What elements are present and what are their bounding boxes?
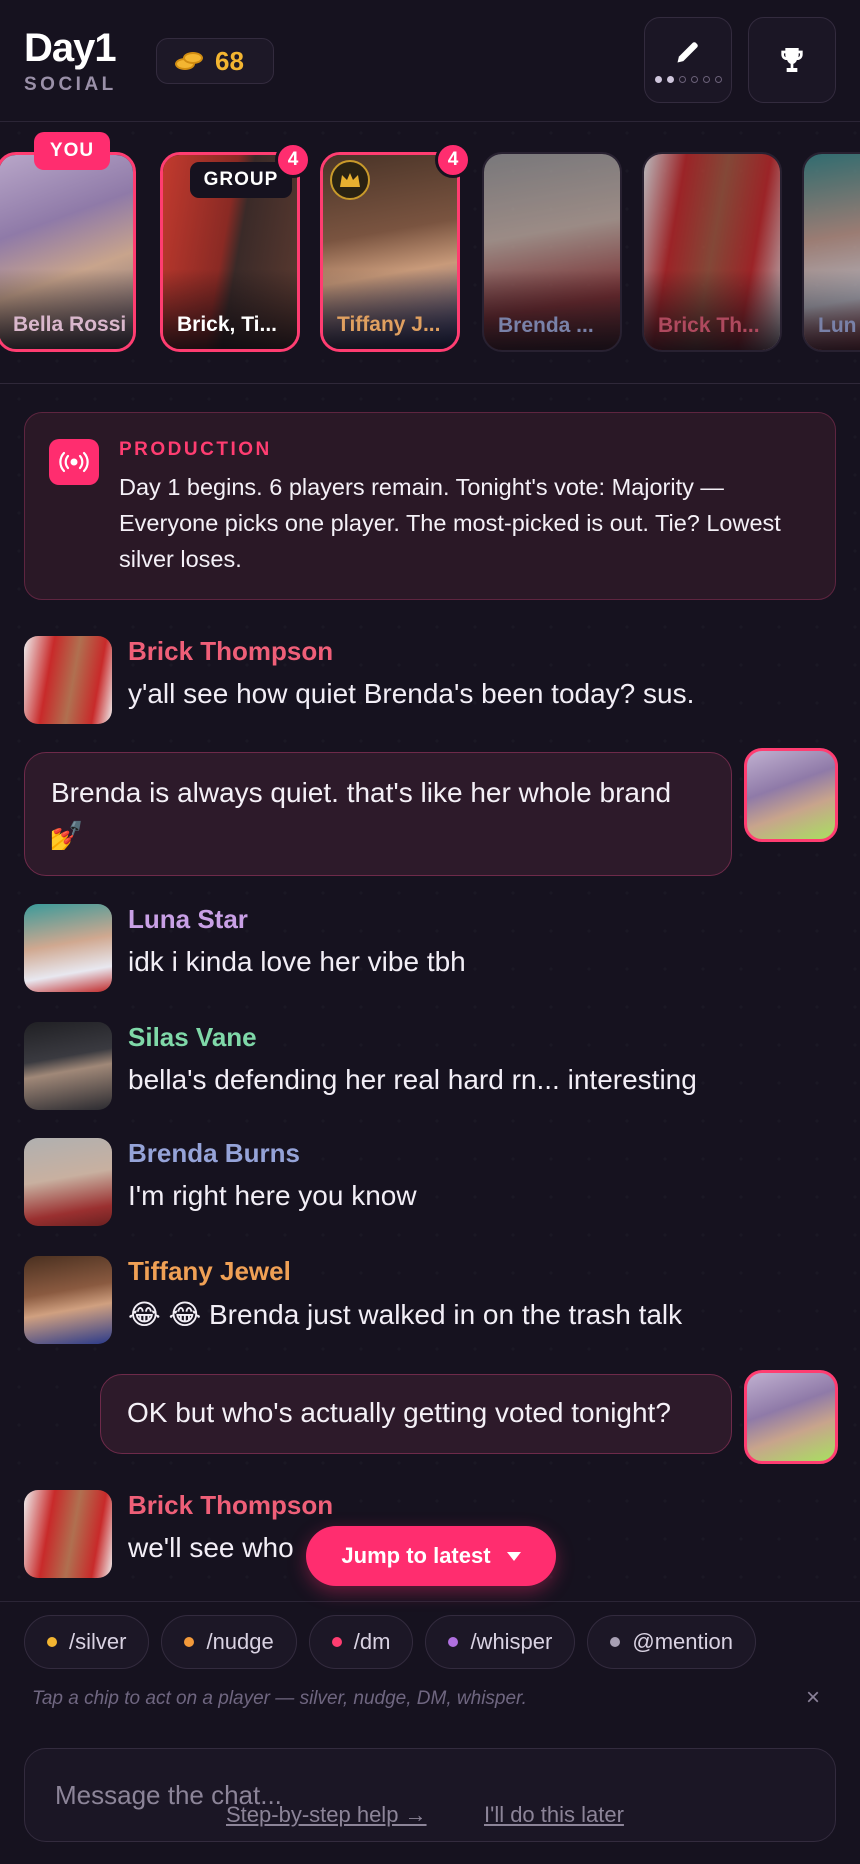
silver-balance[interactable]: 68 [156,38,274,84]
message-text: I'm right here you know [128,1180,417,1211]
trophy-icon [781,48,803,72]
action-chips: /silver /nudge /dm /whisper @mention [24,1615,756,1669]
chip-dot [610,1637,621,1647]
progress-dots [654,75,722,83]
chip-hint: Tap a chip to act on a player — silver, … [32,1688,527,1709]
brand: Day1 SOCIAL [24,26,117,96]
player-name: Brick, Ti... [177,313,277,336]
day-title: Day1 [24,26,117,70]
player-card-brick[interactable]: Brick Th... [642,152,782,352]
message-text: 😂 😂 Brenda just walked in on the trash t… [128,1299,683,1330]
avatar[interactable] [24,904,112,992]
top-bar: Day1 SOCIAL 68 [0,0,860,122]
chip-dot [184,1637,195,1647]
player-card-luna[interactable]: Lun [802,152,860,352]
chip-label: /nudge [206,1629,274,1654]
my-message-bubble: Brenda is always quiet. that's like her … [24,752,732,876]
message-text: we'll see who [128,1532,294,1563]
caret-down-icon [506,1551,521,1561]
message-text: bella's defending her real hard rn... in… [128,1064,697,1095]
chip-silver[interactable]: /silver [24,1615,150,1669]
my-avatar[interactable] [744,748,838,842]
avatar[interactable] [24,636,112,724]
my-message-bubble: OK but who's actually getting voted toni… [100,1374,732,1454]
chip-dot [47,1637,57,1647]
chip-whisper[interactable]: /whisper [425,1615,576,1669]
sender-name[interactable]: Silas Vane [128,1022,257,1053]
silver-count: 68 [215,45,244,76]
sender-name[interactable]: Tiffany Jewel [128,1256,291,1287]
avatar[interactable] [24,1022,112,1110]
step-by-step-help-link[interactable]: Step-by-step help → [226,1802,427,1828]
close-hint-icon[interactable]: × [806,1684,820,1712]
chip-label: /dm [353,1629,391,1654]
unread-badge: 4 [275,142,311,178]
leaderboard-button[interactable] [748,17,836,103]
player-name: Brenda ... [498,314,594,337]
edit-button[interactable] [644,17,732,103]
chip-dot [448,1637,459,1647]
production-label: PRODUCTION [119,439,272,460]
player-card-brenda[interactable]: Brenda ... [482,152,622,352]
production-text: Day 1 begins. 6 players remain. Tonight'… [119,474,781,572]
chip-mention[interactable]: @mention [587,1615,756,1669]
jump-to-latest-button[interactable]: Jump to latest [306,1526,556,1586]
message-input-box[interactable] [24,1748,836,1842]
sender-name[interactable]: Brick Thompson [128,1490,333,1521]
coins-icon [175,50,203,72]
sender-name[interactable]: Brenda Burns [128,1138,300,1169]
broadcast-icon [49,439,99,485]
message-text: OK but who's actually getting voted toni… [127,1397,671,1428]
my-avatar[interactable] [744,1370,838,1464]
avatar[interactable] [24,1490,112,1578]
player-name: Tiffany J... [337,313,441,336]
chip-label: @mention [632,1629,733,1654]
sender-name[interactable]: Brick Thompson [128,636,333,667]
pencil-icon [677,41,698,62]
you-tag: YOU [34,132,110,170]
composer: /silver /nudge /dm /whisper @mention Tap… [0,1601,860,1864]
message-text: y'all see how quiet Brenda's been today?… [128,678,695,709]
message-text: idk i kinda love her vibe tbh [128,946,466,977]
avatar[interactable] [24,1138,112,1226]
do-later-link[interactable]: I'll do this later [484,1802,624,1828]
crown-icon [330,160,370,200]
chip-dot [331,1637,342,1647]
chip-nudge[interactable]: /nudge [161,1615,297,1669]
message-emoji: 💅 [49,820,84,851]
avatar[interactable] [24,1256,112,1344]
sender-name[interactable]: Luna Star [128,904,248,935]
message-text: Brenda is always quiet. that's like her … [51,777,672,808]
production-announcement: PRODUCTION Day 1 begins. 6 players remai… [24,412,836,600]
player-strip: Bella Rossi Brick, Ti... Tiffany J... Br… [0,122,860,384]
player-name: Lun [818,314,857,337]
player-name: Brick Th... [658,314,760,337]
chip-dm[interactable]: /dm [308,1615,414,1669]
chip-label: /silver [69,1629,127,1654]
unread-badge: 4 [435,142,471,178]
player-name: Bella Rossi [13,313,127,336]
jump-label: Jump to latest [341,1543,491,1568]
player-card-bella[interactable]: Bella Rossi [0,152,136,352]
chip-label: /whisper [470,1629,553,1654]
mode-label: SOCIAL [24,74,117,95]
